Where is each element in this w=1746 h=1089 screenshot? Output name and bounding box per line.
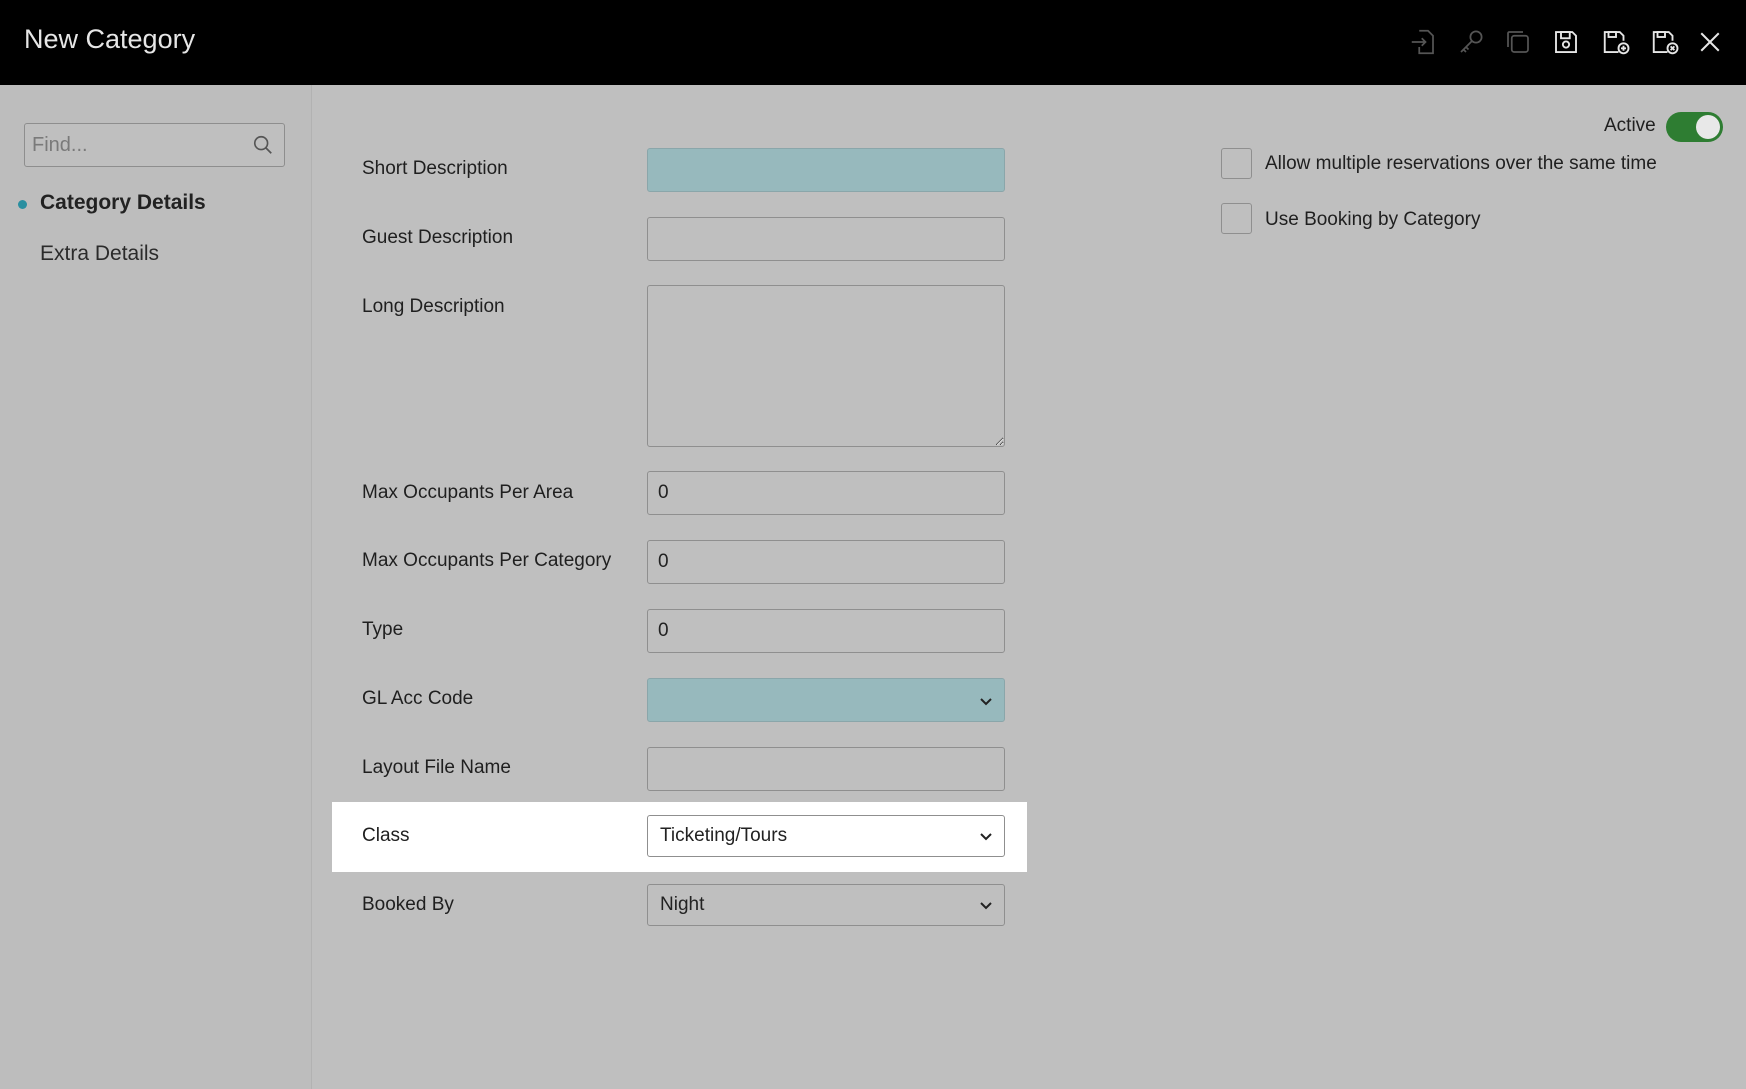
short-description-label: Short Description [362, 158, 508, 179]
long-description-textarea[interactable] [647, 285, 1005, 447]
save-icon[interactable] [1548, 24, 1584, 60]
booking-by-category-label: Use Booking by Category [1265, 209, 1481, 230]
import-icon[interactable] [1405, 24, 1441, 60]
class-value: Ticketing/Tours [660, 825, 788, 846]
copy-icon[interactable] [1500, 24, 1536, 60]
chevron-down-icon [980, 833, 992, 841]
window-header: New Category [0, 0, 1746, 85]
close-icon[interactable] [1692, 24, 1728, 60]
sidebar-item-extra-details[interactable]: Extra Details [40, 242, 159, 266]
active-indicator-dot [18, 200, 27, 209]
allow-multiple-label: Allow multiple reservations over the sam… [1265, 153, 1657, 174]
class-select[interactable]: Ticketing/Tours [647, 815, 1005, 857]
max-occupants-category-field[interactable] [647, 540, 1005, 584]
gl-acc-code-select[interactable] [647, 678, 1005, 722]
search-input[interactable] [25, 124, 245, 166]
layout-file-name-label: Layout File Name [362, 757, 511, 778]
search-icon[interactable] [252, 134, 274, 156]
short-description-field[interactable] [647, 148, 1005, 192]
sidebar-item-category-details[interactable]: Category Details [40, 191, 206, 215]
active-label: Active [1604, 115, 1656, 136]
booked-by-label: Booked By [362, 894, 454, 915]
booked-by-value: Night [660, 894, 705, 915]
sidebar: Category Details Extra Details [0, 85, 312, 1089]
active-toggle[interactable] [1666, 112, 1723, 142]
gl-acc-code-label: GL Acc Code [362, 688, 474, 709]
long-description-label: Long Description [362, 296, 505, 317]
save-new-icon[interactable] [1598, 24, 1634, 60]
class-label: Class [362, 825, 410, 846]
max-occupants-area-field[interactable] [647, 471, 1005, 515]
search-box [24, 123, 285, 167]
guest-description-label: Guest Description [362, 227, 514, 248]
guest-description-field[interactable] [647, 217, 1005, 261]
booked-by-select[interactable]: Night [647, 884, 1005, 926]
layout-file-name-field[interactable] [647, 747, 1005, 791]
key-icon[interactable] [1453, 24, 1489, 60]
chevron-down-icon [980, 902, 992, 910]
type-field[interactable] [647, 609, 1005, 653]
page-title: New Category [24, 24, 196, 54]
save-close-icon[interactable] [1647, 24, 1683, 60]
type-label: Type [362, 619, 404, 640]
max-occupants-category-label: Max Occupants Per Category [362, 550, 612, 571]
allow-multiple-checkbox[interactable] [1221, 148, 1252, 179]
main-form: Short Description Guest Description Long… [313, 85, 1746, 1089]
booking-by-category-checkbox[interactable] [1221, 203, 1252, 234]
chevron-down-icon [980, 698, 992, 706]
toggle-knob [1696, 115, 1720, 139]
max-occupants-area-label: Max Occupants Per Area [362, 482, 574, 503]
